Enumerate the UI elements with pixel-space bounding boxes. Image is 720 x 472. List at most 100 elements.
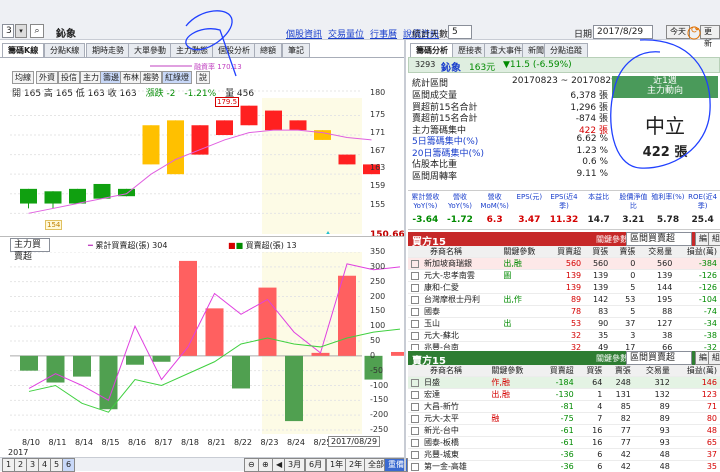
table-row[interactable]: 兆豐-台南 32 49 17 66 -32 [408,341,720,350]
chip-traffic-light[interactable]: 紅綠燈 [162,71,192,84]
link-stock-info[interactable]: 個股資訊 [286,27,322,40]
table-row[interactable]: 兆豐-城東 -36 6 42 48 37 [408,448,720,461]
column-header[interactable]: 賣張 [611,246,639,258]
sub-indicator-select[interactable]: 主力買賣超 [10,238,50,262]
table-row[interactable]: 新加坡商瑞銀 出,融 560 560 0 560 -384 [408,257,720,270]
dropdown-arrow-icon[interactable]: ▾ [15,24,27,38]
row-checkbox[interactable] [411,450,419,459]
row-checkbox[interactable] [411,283,419,292]
table-row[interactable]: 元大-太平 融 -75 7 82 89 80 [408,412,720,425]
column-header[interactable]: 交易量 [633,365,673,377]
stat-days-select[interactable]: 5 [448,25,472,39]
table-row[interactable]: 第一金-高雄 -36 6 42 48 35 [408,460,720,471]
table-row[interactable]: 日盛 作,融 -184 64 248 312 146 [408,376,720,389]
table-row[interactable]: 康和-仁愛 139 139 5 144 -126 [408,281,720,294]
chip-ma[interactable]: 均線 [12,71,34,84]
bar [391,351,404,356]
page-6[interactable]: 6 [62,458,76,472]
link-volume[interactable]: 交易量位 [328,27,364,40]
tab-history[interactable]: 歷接表 [452,43,488,57]
table-row[interactable]: 台灣摩根士丹利 出,作 89 142 53 195 -104 [408,293,720,306]
row-checkbox[interactable] [411,295,419,304]
cell-value: 4 [576,400,606,413]
key-param: 出,融 [500,257,548,270]
chip-chip[interactable]: 籌邊 [100,71,122,84]
chip-bollinger[interactable]: 布林 [120,71,142,84]
chip-main[interactable]: 主力 [80,71,102,84]
sell-group-button[interactable]: 組 [708,351,720,365]
key-param: 出 [500,317,548,330]
row-checkbox[interactable] [411,307,419,316]
chip-trend[interactable]: 趨勢 [140,71,162,84]
range-3m[interactable]: 3月 [284,458,306,472]
tab-branch-track[interactable]: 分點追蹤 [544,43,588,57]
row-checkbox[interactable] [411,331,419,340]
row-checkbox[interactable] [411,426,419,435]
table-row[interactable]: 新光-台中 -61 16 77 93 48 [408,424,720,437]
tab-chip-analysis[interactable]: 籌碼分析 [410,43,454,57]
column-header[interactable]: 賣張 [605,365,634,377]
chip-foreign[interactable]: 外資 [36,71,58,84]
table-row[interactable]: 元大-忠孝南雲圖 139 139 0 139 -126 [408,269,720,282]
tab-main-force[interactable]: 主力動態 [170,43,214,57]
table-row[interactable]: 大昌-新竹 -81 4 85 89 71 [408,400,720,413]
panel-splitter[interactable] [404,40,406,471]
column-header[interactable]: 券商名稱 [408,365,489,377]
column-header[interactable]: 損益(萬) [675,246,720,258]
row-checkbox[interactable] [411,259,419,268]
range-6m[interactable]: 6月 [305,458,327,472]
cell-value: 16 [576,436,606,449]
tab-intraday[interactable]: 期時走勢 [86,43,130,57]
table-row[interactable]: 國泰-板橋 -61 16 77 93 65 [408,436,720,449]
column-header[interactable]: 買賣超 [547,246,585,258]
stock-code-input[interactable]: 3 [2,24,14,38]
row-checkbox[interactable] [411,378,419,387]
broker-name-text: 第一金-高雄 [424,462,467,471]
refresh-button[interactable]: 更新 [700,25,720,48]
search-icon[interactable]: ⌕ [30,24,44,38]
tab-total[interactable]: 總額 [254,43,282,57]
stat-label: 區間周轉率 [412,171,458,182]
tab-big-order[interactable]: 大單參動 [128,43,172,57]
row-checkbox[interactable] [411,271,419,280]
row-checkbox[interactable] [411,319,419,328]
row-checkbox[interactable] [411,438,419,447]
table-row[interactable]: 元大-蘇北 32 35 3 38 -38 [408,329,720,342]
zoom-in-icon[interactable]: ⊕ [258,458,273,472]
range-1y[interactable]: 1年 [326,458,348,472]
row-checkbox[interactable] [411,414,419,423]
chip-explain[interactable]: 說 [196,71,210,84]
tab-notes[interactable]: 筆記 [282,43,310,57]
date-input[interactable]: 2017/8/29 [593,25,653,39]
column-header[interactable]: 關鍵參數 [500,246,548,258]
column-header[interactable]: 買張 [576,365,606,377]
cell-value: 65 [672,436,720,449]
table-row[interactable]: 國泰 78 83 5 88 -74 [408,305,720,318]
sell-query-select[interactable]: 區間買賣超 [626,351,692,365]
table-row[interactable]: 玉山 出 53 90 37 127 -34 [408,317,720,330]
buy-group-button[interactable]: 組 [708,232,720,246]
tab-stock-analysis[interactable]: 個股分析 [212,43,256,57]
column-header[interactable]: 交易量 [638,246,676,258]
buy-query-select[interactable]: 區間買賣超 [626,232,692,246]
key-param: 作,融 [488,376,538,389]
row-checkbox[interactable] [411,390,419,399]
column-header[interactable]: 買賣超 [537,365,577,377]
row-checkbox[interactable] [411,462,419,471]
tab-chip-kline[interactable]: 籌碼K線 [2,43,45,57]
tab-branch-kline[interactable]: 分點K線 [44,43,86,57]
table-row[interactable]: 宏達 出,融 -130 1 131 132 123 [408,388,720,401]
range-2y[interactable]: 2年 [345,458,367,472]
zoom-out-icon[interactable]: ⊖ [244,458,259,472]
link-calendar[interactable]: 行事曆 [370,27,397,40]
row-checkbox[interactable] [411,343,419,350]
chip-trust[interactable]: 投信 [58,71,80,84]
column-header[interactable]: 關鍵參數 [488,365,538,377]
column-header[interactable]: 買張 [584,246,612,258]
column-header[interactable]: 券商名稱 [408,246,501,258]
cell-value: -61 [537,424,577,437]
fund-header: 本益比 [588,193,610,201]
row-checkbox[interactable] [411,402,419,411]
column-header[interactable]: 損益(萬) [672,365,720,377]
today-button[interactable]: 今天 [666,25,690,39]
